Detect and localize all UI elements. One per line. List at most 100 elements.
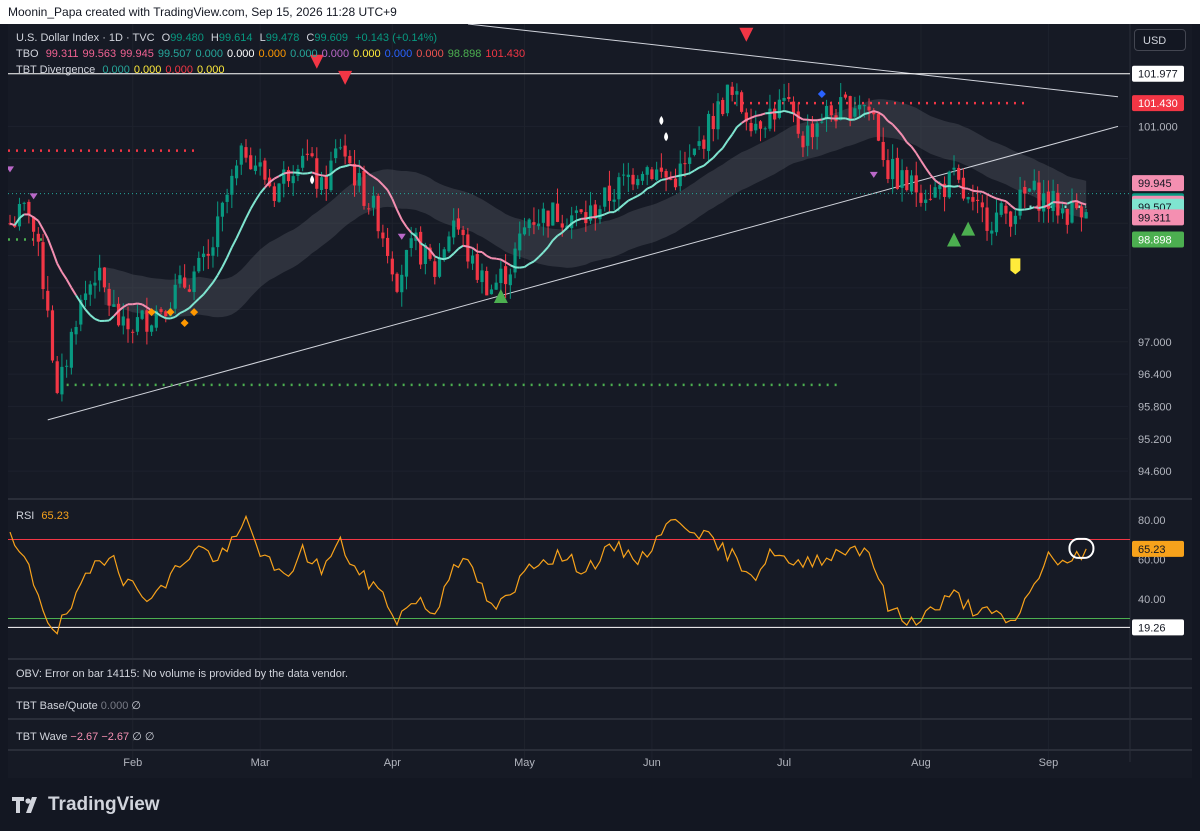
base-quote-value: 0.000: [100, 700, 129, 712]
divergence-label: TBT Divergence: [16, 64, 96, 76]
ma-segment-159: [755, 114, 761, 117]
footer: [0, 778, 1200, 831]
tbo-value-6: 0.000: [227, 48, 255, 60]
tbo-value-2: 99.563: [82, 48, 117, 60]
ma-segment-162: [769, 111, 775, 115]
wave-pane-label[interactable]: TBT Wave −2.67 −2.67 ∅ ∅: [16, 730, 154, 743]
ma-segment-199: [944, 185, 950, 188]
divergence-value-1: 0.000: [102, 64, 130, 76]
ma-segment-184: [873, 110, 879, 114]
tbo-value-12: 0.000: [416, 48, 444, 60]
chart-canvas[interactable]: 101.000 97.000 96.400 95.800 95.200 94.600 101…: [8, 24, 1192, 778]
tbo-legend[interactable]: TBO 99.311 99.563 99.945 99.507 0.000 0.000 0.…: [16, 46, 529, 62]
symbol-legend: U.S. Dollar Index · 1D · TVC O99.480 H99…: [16, 30, 441, 46]
attribution-text: Moonin_Papa created with TradingView.com…: [8, 5, 397, 19]
change-value: +0.143 (+0.14%): [355, 32, 438, 44]
open-label: O: [161, 32, 171, 44]
wave-null-1: ∅: [132, 731, 142, 743]
ma-segment-166: [788, 111, 794, 115]
candle-88[interactable]: [419, 226, 423, 270]
ma-segment-28: [137, 302, 143, 306]
time-axis-label-may: May: [514, 757, 535, 769]
divergence-legend[interactable]: TBT Divergence 0.000 0.000 0.000 0.000: [16, 62, 228, 78]
symbol-name[interactable]: U.S. Dollar Index · 1D · TVC: [16, 32, 155, 44]
ma-segment-123: [585, 216, 591, 220]
price-badge-text-3: 99.945: [1138, 178, 1172, 190]
candle-191[interactable]: [905, 166, 909, 192]
ma-segment-67: [321, 174, 327, 178]
tbo-value-3: 99.945: [120, 48, 154, 60]
price-axis-label-5: 95.200: [1138, 434, 1172, 446]
candle-102[interactable]: [485, 266, 489, 296]
candle-217[interactable]: [1027, 188, 1032, 193]
ma-segment-219: [1038, 205, 1044, 209]
price-badge-text-7: 99.311: [1138, 212, 1171, 224]
ma-segment-164: [779, 109, 785, 114]
tradingview-logo-text: TradingView: [48, 794, 160, 815]
rsi-value: 65.23: [41, 510, 69, 522]
rsi-legend[interactable]: RSI 65.23: [16, 508, 73, 524]
candle-185[interactable]: [876, 111, 881, 142]
ma-segment-172: [817, 118, 822, 122]
close-value: 99.609: [314, 32, 349, 44]
rsi-axis-label-3: 40.00: [1138, 594, 1166, 606]
candle-116[interactable]: [551, 202, 555, 226]
ma-segment-66: [316, 173, 322, 177]
ma-segment-214: [1015, 208, 1021, 211]
tradingview-logo-icon: [12, 797, 37, 813]
wave-value-1: −2.67: [70, 731, 99, 743]
candle-152[interactable]: [721, 97, 725, 117]
candle-58[interactable]: [277, 183, 281, 203]
time-axis-label-aug: Aug: [911, 757, 931, 769]
wave-null-2: ∅: [144, 731, 155, 743]
price-axis-label-1: 101.000: [1138, 121, 1178, 133]
time-axis-label-jul: Jul: [777, 757, 791, 769]
ma-segment-203: [963, 187, 969, 190]
base-quote-pane-label[interactable]: TBT Base/Quote 0.000 ∅: [16, 699, 141, 712]
ma-segment-143: [680, 173, 686, 177]
wave-value-2: −2.67: [101, 731, 130, 743]
ma-segment-72: [344, 163, 351, 168]
price-axis-label-6: 94.600: [1138, 466, 1172, 478]
attribution-bar: Moonin_Papa created with TradingView.com…: [0, 0, 1200, 24]
rsi-value-badge-text: 65.23: [1138, 544, 1166, 556]
ma-segment-64: [307, 171, 313, 175]
time-axis-label-feb: Feb: [123, 757, 142, 769]
tbo-value-5: 0.000: [195, 48, 224, 60]
rsi-ray-badge-text: 19.26: [1138, 622, 1166, 634]
currency-button[interactable]: USD: [1134, 29, 1186, 51]
low-value: 99.478: [265, 32, 300, 44]
ma-segment-218: [1034, 206, 1040, 209]
ma-segment-98: [467, 245, 473, 249]
ma-segment-205: [972, 189, 978, 193]
tbo-value-10: 0.000: [353, 48, 381, 60]
divergence-value-3: 0.000: [165, 64, 193, 76]
price-axis-label-2: 97.000: [1138, 337, 1172, 349]
tbo-value-4: 99.507: [157, 48, 192, 60]
ma-segment-144: [684, 172, 690, 176]
ma-segment-174: [826, 116, 832, 120]
candle-83[interactable]: [395, 272, 399, 294]
ma-segment-141: [670, 175, 676, 179]
ma-segment-97: [462, 244, 469, 248]
candle-11[interactable]: [55, 356, 59, 395]
candle-153[interactable]: [725, 84, 730, 117]
tbo-label: TBO: [16, 48, 39, 60]
rsi-axis-label-1: 80.00: [1138, 515, 1166, 527]
divergence-value-2: 0.000: [133, 64, 162, 76]
tbo-value-7: 0.000: [258, 48, 287, 60]
candle-10[interactable]: [50, 305, 55, 363]
tradingview-logo[interactable]: TradingView: [12, 794, 160, 816]
candle-76[interactable]: [362, 165, 366, 210]
ma-segment-216: [1024, 207, 1030, 211]
candle-156[interactable]: [740, 90, 744, 114]
candle-29[interactable]: [140, 309, 144, 321]
candle-200[interactable]: [947, 170, 951, 199]
ma-segment-211: [1000, 198, 1007, 203]
tbo-value-8: 0.000: [290, 48, 318, 60]
tbo-value-11: 0.000: [384, 48, 413, 60]
chart-frame[interactable]: 101.000 97.000 96.400 95.800 95.200 94.600 101…: [8, 24, 1192, 778]
low-label: L: [259, 32, 266, 44]
ma-segment-228: [1081, 202, 1087, 206]
candle-14[interactable]: [69, 328, 73, 375]
